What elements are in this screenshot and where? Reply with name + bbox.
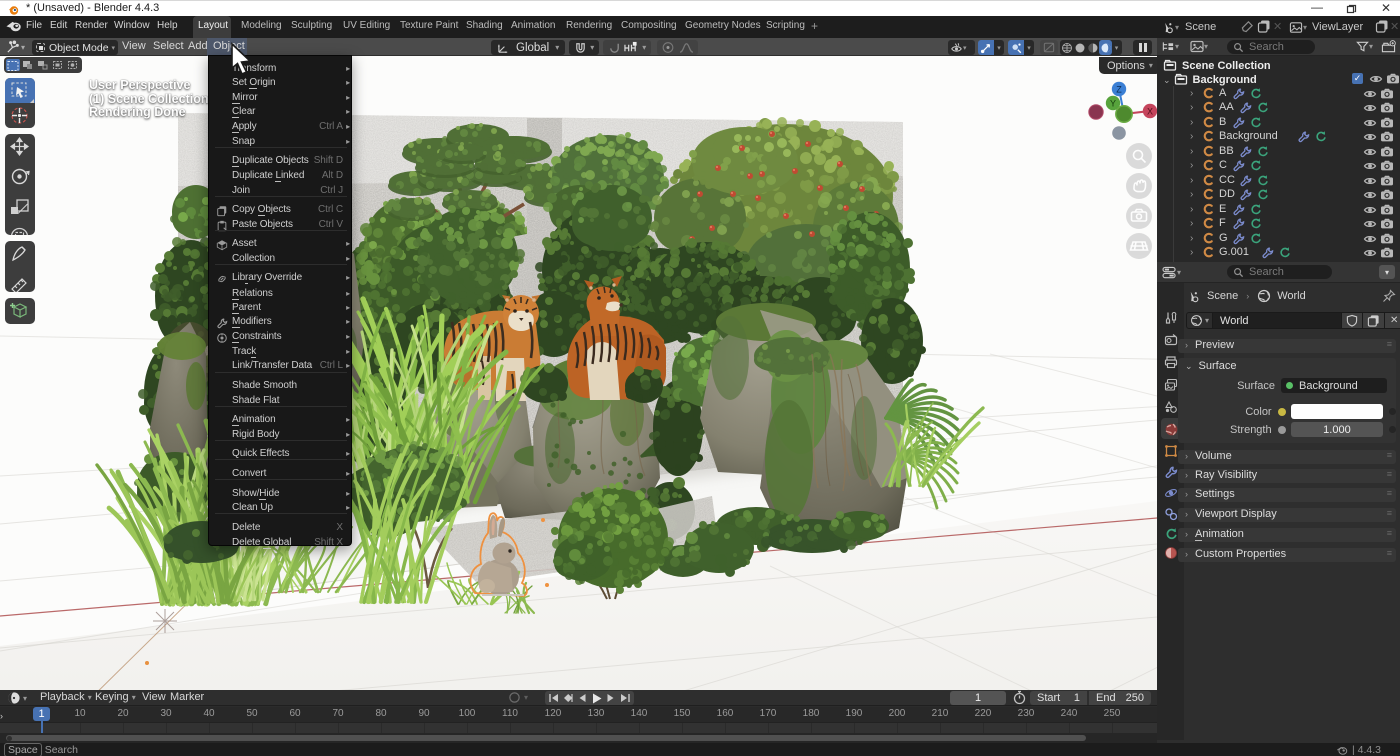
svg-text:X: X bbox=[1147, 107, 1153, 117]
svg-text:Y: Y bbox=[1110, 99, 1116, 109]
svg-text:Z: Z bbox=[1116, 85, 1122, 95]
